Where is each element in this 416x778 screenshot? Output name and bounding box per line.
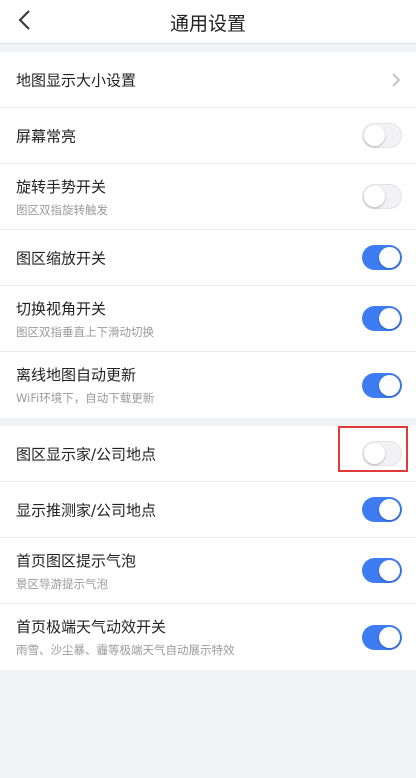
map-display-size-row[interactable]: 地图显示大小设置 [0,52,416,108]
page-title: 通用设置 [169,13,246,35]
row-sublabel: 景区导游提示气泡 [16,577,108,591]
row-label: 地图显示大小设置 [16,71,137,89]
offline-map-update-row: 离线地图自动更新 WiFi环境下，自动下载更新 [0,352,416,418]
row-label: 图区显示家/公司地点 [16,445,157,463]
settings-group-places: 图区显示家/公司地点 显示推测家/公司地点 首页图区提示气泡 景区导游提示气泡 … [0,426,416,670]
home-tip-bubble-row: 首页图区提示气泡 景区导游提示气泡 [0,538,416,604]
show-home-company-row: 图区显示家/公司地点 [0,426,416,482]
toggle-knob [379,308,400,329]
view-angle-toggle[interactable] [362,306,402,331]
rotate-gesture-row: 旋转手势开关 图区双指旋转触发 [0,164,416,230]
row-label: 屏幕常亮 [16,127,77,145]
settings-screen: 通用设置 地图显示大小设置 屏幕常亮 旋转手势开关 图区双指旋转触发 图区缩放开… [0,0,416,778]
row-label: 首页图区提示气泡 [16,552,137,570]
screen-always-on-toggle[interactable] [362,123,402,148]
toggle-knob [379,499,400,520]
predicted-home-company-row: 显示推测家/公司地点 [0,482,416,538]
row-label: 切换视角开关 [16,300,107,318]
extreme-weather-effect-row: 首页极端天气动效开关 雨雪、沙尘暴、霾等极端天气自动展示特效 [0,604,416,670]
screen-always-on-row: 屏幕常亮 [0,108,416,164]
row-sublabel: 图区双指垂直上下滑动切换 [16,325,154,339]
toggle-knob [364,125,385,146]
row-sublabel: 图区双指旋转触发 [16,203,108,217]
toggle-knob [379,560,400,581]
zoom-switch-toggle[interactable] [362,245,402,270]
toggle-knob [379,374,400,396]
rotate-gesture-toggle[interactable] [362,184,402,209]
predicted-home-company-toggle[interactable] [362,497,402,522]
row-label: 离线地图自动更新 [16,366,137,384]
row-label: 显示推测家/公司地点 [16,501,157,519]
home-tip-bubble-toggle[interactable] [362,558,402,583]
settings-group-general: 地图显示大小设置 屏幕常亮 旋转手势开关 图区双指旋转触发 图区缩放开关 切换视… [0,52,416,418]
row-sublabel: WiFi环境下，自动下载更新 [16,391,155,405]
toggle-knob [364,443,385,464]
row-label: 旋转手势开关 [16,178,107,196]
row-label: 图区缩放开关 [16,249,107,267]
nav-bar: 通用设置 [0,0,416,44]
toggle-knob [379,626,400,648]
view-angle-row: 切换视角开关 图区双指垂直上下滑动切换 [0,286,416,352]
chevron-right-icon [392,72,401,87]
toggle-knob [379,247,400,268]
offline-map-update-toggle[interactable] [362,372,402,398]
extreme-weather-effect-toggle[interactable] [362,624,402,650]
show-home-company-toggle[interactable] [362,441,402,466]
row-sublabel: 雨雪、沙尘暴、霾等极端天气自动展示特效 [16,643,235,657]
row-label: 首页极端天气动效开关 [16,618,167,636]
zoom-switch-row: 图区缩放开关 [0,230,416,286]
toggle-knob [364,186,385,207]
